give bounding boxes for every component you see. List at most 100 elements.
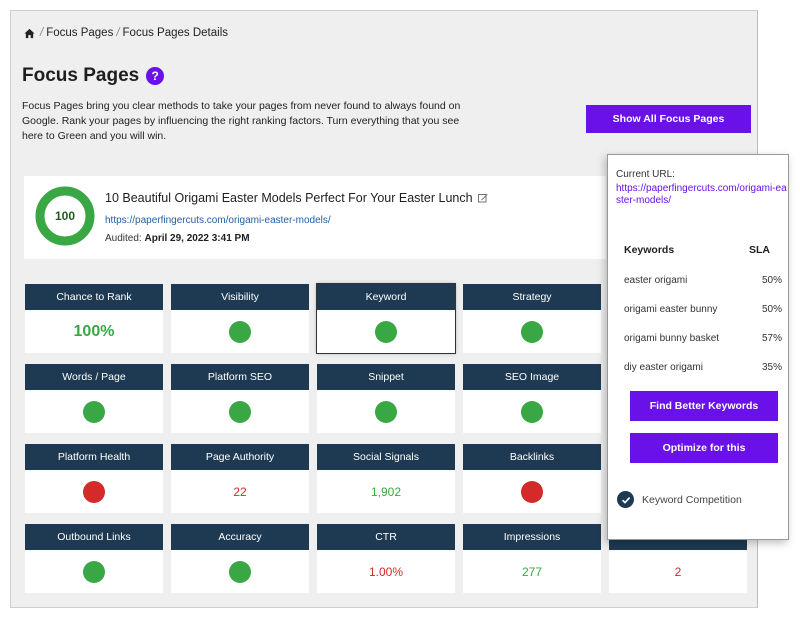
metric-body: 1,902 xyxy=(317,470,455,513)
status-red-dot-icon xyxy=(521,480,543,503)
breadcrumb-item-details: Focus Pages Details xyxy=(122,27,228,39)
page-description: Focus Pages bring you clear methods to t… xyxy=(22,100,461,142)
metric-body: 2 xyxy=(609,550,747,593)
status-green-dot-icon xyxy=(375,400,397,423)
page-title: Focus Pages xyxy=(22,65,140,86)
current-url-label: Current URL: xyxy=(616,169,675,180)
keywords-table-header: Keywords SLA xyxy=(624,244,786,256)
keyword-text: origami bunny basket xyxy=(624,333,720,344)
metric-body xyxy=(25,390,163,433)
metric-tile-seo-image[interactable]: SEO Image xyxy=(463,364,601,433)
metric-label: Keyword xyxy=(317,284,455,310)
keyword-text: diy easter origami xyxy=(624,362,703,373)
page-title-link: 10 Beautiful Origami Easter Models Perfe… xyxy=(105,191,488,205)
metric-label: Strategy xyxy=(463,284,601,310)
metric-tile-platform-seo[interactable]: Platform SEO xyxy=(171,364,309,433)
status-green-dot-icon xyxy=(229,560,251,583)
keyword-text: origami easter bunny xyxy=(624,304,718,315)
metric-label: Social Signals xyxy=(317,444,455,470)
metric-label: Platform Health xyxy=(25,444,163,470)
metric-label: Impressions xyxy=(463,524,601,550)
keyword-competition-label: Keyword Competition xyxy=(642,493,742,506)
show-all-focus-pages-button[interactable]: Show All Focus Pages xyxy=(586,105,751,133)
metric-tile-visibility[interactable]: Visibility xyxy=(171,284,309,353)
metric-tile-accuracy[interactable]: Accuracy xyxy=(171,524,309,593)
metric-body xyxy=(25,550,163,593)
metric-value: 100% xyxy=(73,322,115,340)
metric-label: Accuracy xyxy=(171,524,309,550)
status-green-dot-icon xyxy=(83,560,105,583)
sla-column-header: SLA xyxy=(749,244,770,256)
metric-tile-words-page[interactable]: Words / Page xyxy=(25,364,163,433)
focus-page-card: 100 10 Beautiful Origami Easter Models P… xyxy=(24,176,606,259)
metric-value: 1,902 xyxy=(370,484,402,499)
audited-info: Audited: April 29, 2022 3:41 PM xyxy=(105,233,250,244)
keyword-side-panel: Current URL: https://paperfingercuts.com… xyxy=(607,154,789,540)
metric-tile-strategy[interactable]: Strategy xyxy=(463,284,601,353)
metric-label: Chance to Rank xyxy=(25,284,163,310)
keyword-row: origami easter bunny 50% xyxy=(624,304,786,315)
optimize-for-this-button[interactable]: Optimize for this xyxy=(630,433,778,463)
metric-label: CTR xyxy=(317,524,455,550)
help-icon[interactable]: ? xyxy=(146,67,165,85)
status-green-dot-icon xyxy=(229,320,251,343)
metric-value: 2 xyxy=(674,564,682,579)
metric-label: Outbound Links xyxy=(25,524,163,550)
breadcrumb-item-focus-pages[interactable]: Focus Pages xyxy=(46,27,113,39)
current-url-link[interactable]: https://paperfingercuts.com/origami-east… xyxy=(616,183,788,207)
keyword-sla: 50% xyxy=(761,304,782,315)
focus-page-url[interactable]: https://paperfingercuts.com/origami-east… xyxy=(105,215,331,226)
metric-body xyxy=(25,470,163,513)
metric-label: Page Authority xyxy=(171,444,309,470)
metric-value: 1.00% xyxy=(368,564,404,579)
status-green-dot-icon xyxy=(521,320,543,343)
metric-tile-snippet[interactable]: Snippet xyxy=(317,364,455,433)
breadcrumb: / Focus Pages / Focus Pages Details xyxy=(24,27,228,39)
metric-value: 22 xyxy=(233,484,247,499)
keyword-row: easter origami 50% xyxy=(624,275,786,286)
focus-page-title: 10 Beautiful Origami Easter Models Perfe… xyxy=(105,191,473,205)
metric-tile-chance-to-rank[interactable]: Chance to Rank 100% xyxy=(25,284,163,353)
status-red-dot-icon xyxy=(83,480,105,503)
metric-tile-ctr[interactable]: CTR 1.00% xyxy=(317,524,455,593)
home-icon[interactable] xyxy=(24,28,35,39)
metric-tile-outbound-links[interactable]: Outbound Links xyxy=(25,524,163,593)
breadcrumb-separator: / xyxy=(40,27,44,39)
metric-body: 100% xyxy=(25,310,163,353)
metric-tile-impressions[interactable]: Impressions 277 xyxy=(463,524,601,593)
metric-body xyxy=(317,310,455,353)
score-value: 100 xyxy=(54,209,76,223)
status-green-dot-icon xyxy=(375,320,397,343)
metric-tile-keyword[interactable]: Keyword xyxy=(316,283,456,354)
check-circle-icon xyxy=(617,491,634,508)
page-title-row: Focus Pages ? xyxy=(22,65,165,87)
metric-body xyxy=(171,310,309,353)
keyword-row: origami bunny basket 57% xyxy=(624,333,786,344)
edit-icon[interactable] xyxy=(477,193,488,203)
metric-tile-backlinks[interactable]: Backlinks xyxy=(463,444,601,513)
metric-label: Visibility xyxy=(171,284,309,310)
metric-tile-platform-health[interactable]: Platform Health xyxy=(25,444,163,513)
find-better-keywords-button[interactable]: Find Better Keywords xyxy=(630,391,778,421)
metric-tile-social-signals[interactable]: Social Signals 1,902 xyxy=(317,444,455,513)
audited-date: April 29, 2022 3:41 PM xyxy=(144,233,250,244)
metric-label: Words / Page xyxy=(25,364,163,390)
breadcrumb-separator: / xyxy=(116,27,120,39)
keyword-competition[interactable]: Keyword Competition xyxy=(617,491,742,508)
metric-tile-page-authority[interactable]: Page Authority 22 xyxy=(171,444,309,513)
keyword-row: diy easter origami 35% xyxy=(624,362,786,373)
metric-body xyxy=(171,550,309,593)
status-green-dot-icon xyxy=(229,400,251,423)
status-green-dot-icon xyxy=(521,400,543,423)
keyword-sla: 35% xyxy=(761,362,782,373)
metric-body xyxy=(463,310,601,353)
metric-body: 22 xyxy=(171,470,309,513)
metric-body xyxy=(171,390,309,433)
metric-label: SEO Image xyxy=(463,364,601,390)
metric-value: 277 xyxy=(521,564,543,579)
metric-label: Platform SEO xyxy=(171,364,309,390)
metric-label: Backlinks xyxy=(463,444,601,470)
metric-body xyxy=(317,390,455,433)
keywords-column-header: Keywords xyxy=(624,244,675,256)
keyword-sla: 50% xyxy=(761,275,782,286)
